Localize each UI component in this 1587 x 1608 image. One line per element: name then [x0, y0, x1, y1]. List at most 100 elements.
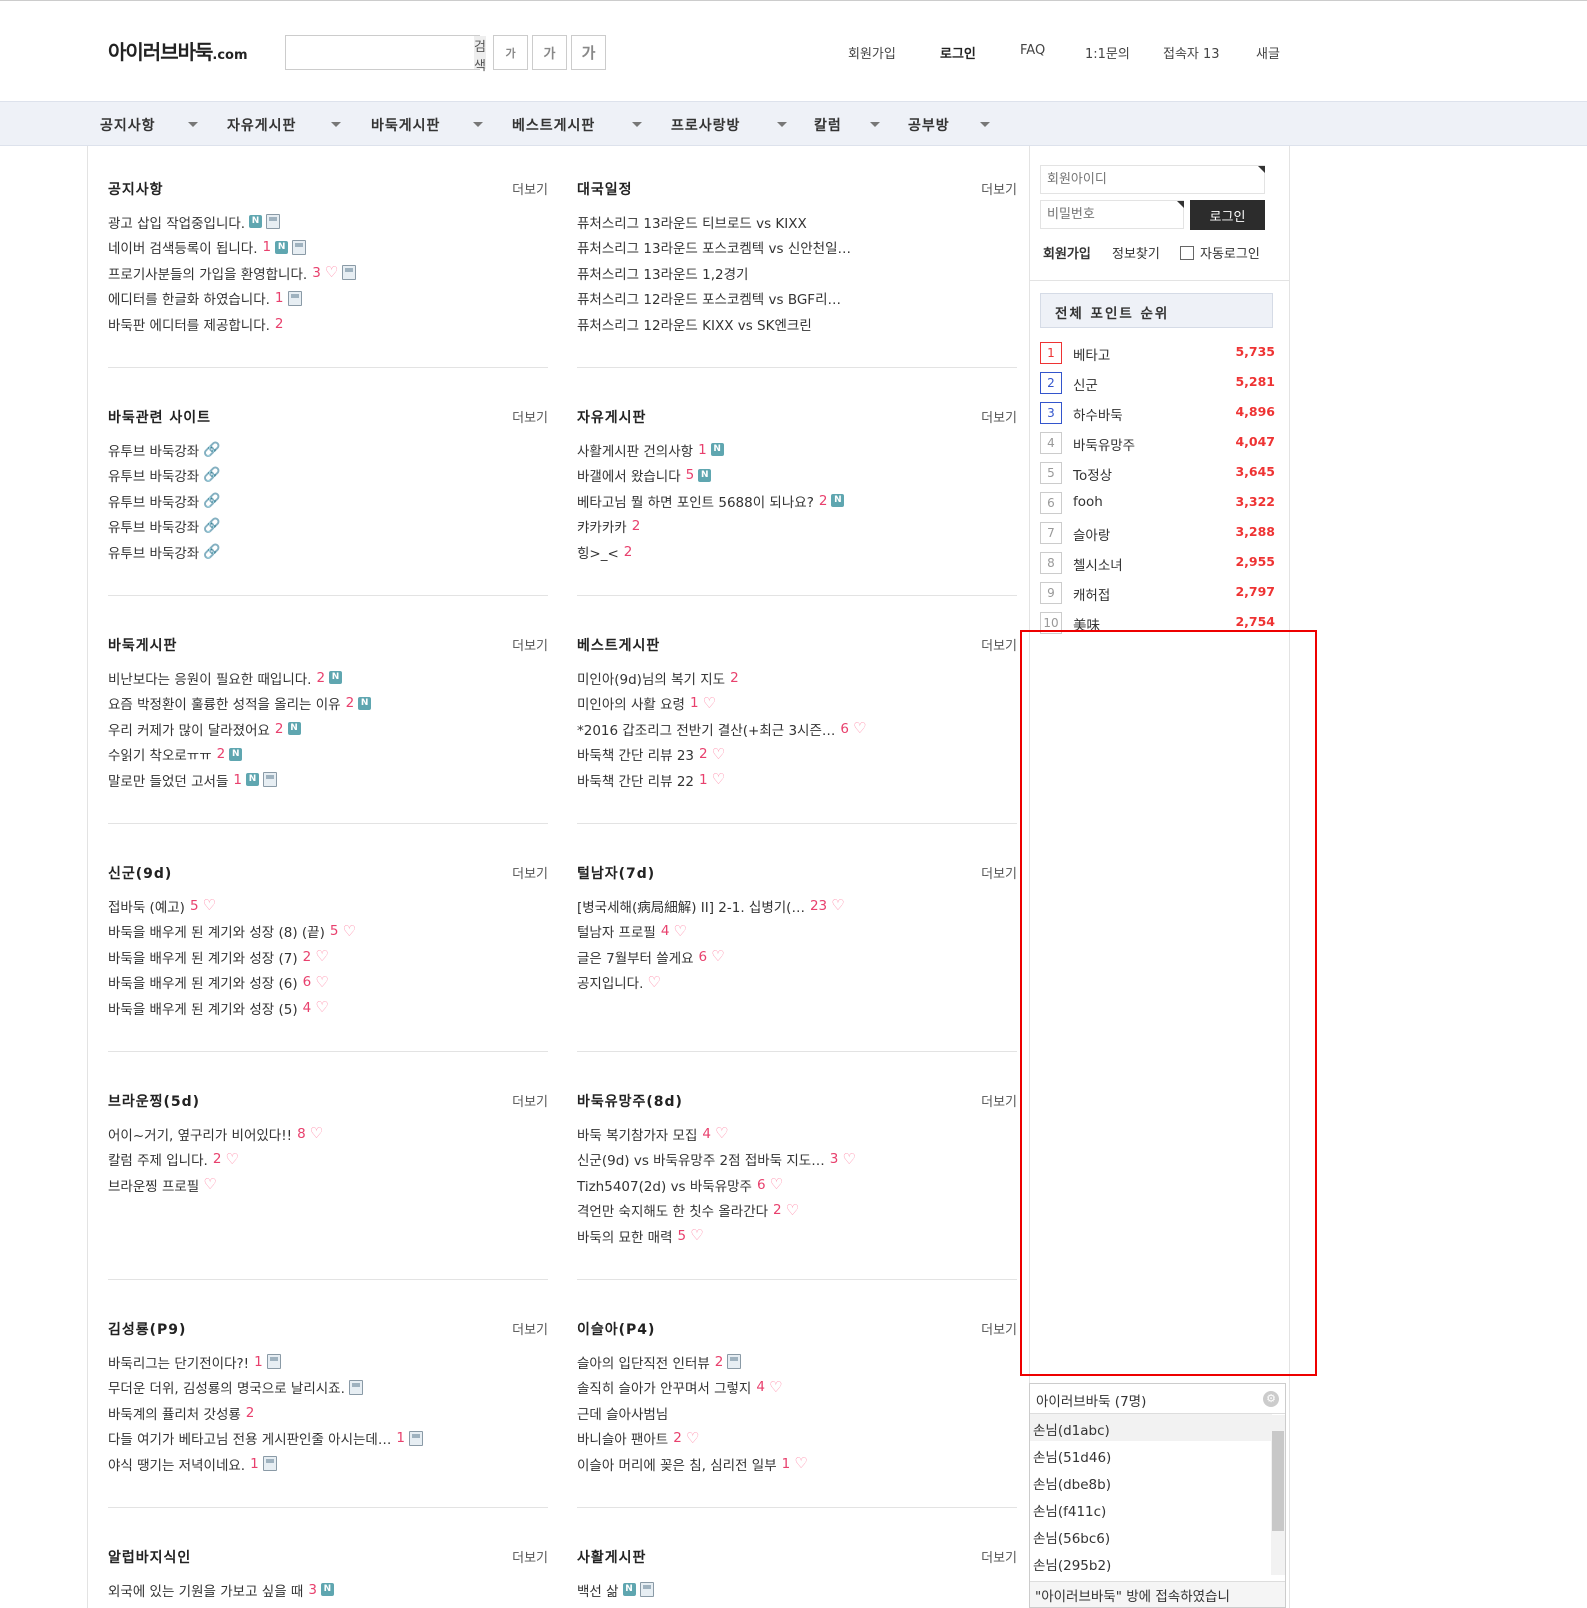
rank-user-name[interactable]: 하수바둑	[1073, 404, 1123, 424]
post-item[interactable]: 유투브 바둑강좌 🔗	[108, 514, 548, 540]
rank-user-name[interactable]: 슬아랑	[1073, 524, 1110, 544]
post-title[interactable]: 바둑계의 퓰리처 갓성룡	[108, 1403, 241, 1423]
login-button[interactable]: 로그인	[1190, 200, 1265, 230]
section-title[interactable]: 자유게시판	[577, 407, 646, 427]
post-item[interactable]: 근데 슬아사범님	[577, 1400, 1017, 1426]
post-title[interactable]: 비난보다는 응원이 필요한 때입니다.	[108, 668, 311, 688]
post-title[interactable]: 바둑의 묘한 매력	[577, 1226, 673, 1246]
post-item[interactable]: 사활게시판 건의사항 1 N	[577, 437, 1017, 463]
chat-user[interactable]: 손님(d1abc)	[1030, 1414, 1272, 1441]
post-title[interactable]: 퓨처스리그 13라운드 티브로드 vs KIXX	[577, 212, 807, 232]
post-item[interactable]: 미인아(9d)님의 복기 지도 2	[577, 665, 1017, 691]
post-title[interactable]: [병국세해(病局細解) II] 2-1. 십병기(…	[577, 896, 805, 916]
rank-user-name[interactable]: 바둑유망주	[1073, 434, 1135, 454]
nav-item-study-room[interactable]: 공부방	[908, 115, 950, 135]
post-item[interactable]: 솔직히 슬아가 안꾸며서 그렇지 4 ♡	[577, 1375, 1017, 1401]
rank-user-name[interactable]: 베타고	[1073, 344, 1110, 364]
post-title[interactable]: 솔직히 슬아가 안꾸며서 그렇지	[577, 1377, 751, 1397]
section-title[interactable]: 알럽바지식인	[108, 1547, 191, 1567]
chat-user[interactable]: 손님(dbe8b)	[1030, 1468, 1272, 1495]
post-title[interactable]: 미인아의 사활 요령	[577, 693, 685, 713]
section-title[interactable]: 김성룡(P9)	[108, 1319, 186, 1339]
post-title[interactable]: 슬아의 입단직전 인터뷰	[577, 1352, 710, 1372]
post-item[interactable]: 수읽기 착오로ㅠㅠ 2 N	[108, 742, 548, 768]
post-item[interactable]: 이슬아 머리에 꽂은 침, 심리전 일부 1 ♡	[577, 1451, 1017, 1477]
more-link[interactable]: 더보기	[981, 1547, 1017, 1566]
ranking-row[interactable]: 3 하수바둑 4,896	[1040, 402, 1275, 424]
scrollbar-thumb[interactable]	[1272, 1431, 1284, 1531]
post-item[interactable]: 신군(9d) vs 바둑유망주 2점 접바둑 지도… 3 ♡	[577, 1147, 1017, 1173]
post-title[interactable]: 캬카카카	[577, 516, 627, 536]
post-title[interactable]: 바둑책 간단 리뷰 22	[577, 770, 694, 790]
rank-user-name[interactable]: 신군	[1073, 374, 1098, 394]
post-item[interactable]: 어이~거기, 옆구리가 비어있다!! 8 ♡	[108, 1121, 548, 1147]
post-title[interactable]: 퓨처스리그 13라운드 1,2경기	[577, 263, 748, 283]
section-title[interactable]: 신군(9d)	[108, 863, 172, 883]
rank-user-name[interactable]: 첼시소녀	[1073, 554, 1123, 574]
post-item[interactable]: 바니슬아 팬아트 2 ♡	[577, 1426, 1017, 1452]
section-title[interactable]: 사활게시판	[577, 1547, 646, 1567]
nav-item-best-board[interactable]: 베스트게시판	[512, 115, 595, 135]
post-item[interactable]: 퓨처스리그 12라운드 KIXX vs SK엔크린	[577, 311, 1017, 337]
more-link[interactable]: 더보기	[512, 863, 548, 882]
chevron-down-icon[interactable]	[188, 122, 198, 127]
nav-item-notice[interactable]: 공지사항	[100, 115, 156, 135]
post-item[interactable]: 베타고님 뭘 하면 포인트 5688이 되나요? 2 N	[577, 488, 1017, 514]
ranking-row[interactable]: 1 베타고 5,735	[1040, 342, 1275, 364]
post-item[interactable]: 미인아의 사활 요령 1 ♡	[577, 691, 1017, 717]
chevron-down-icon[interactable]	[980, 122, 990, 127]
post-item[interactable]: 퓨처스리그 13라운드 포스코켐텍 vs 신안천일…	[577, 235, 1017, 261]
post-title[interactable]: 신군(9d) vs 바둑유망주 2점 접바둑 지도…	[577, 1149, 825, 1169]
more-link[interactable]: 더보기	[981, 1319, 1017, 1338]
post-item[interactable]: 슬아의 입단직전 인터뷰 2	[577, 1349, 1017, 1375]
top-link-faq[interactable]: FAQ	[1020, 43, 1045, 58]
post-item[interactable]: 바둑책 간단 리뷰 23 2 ♡	[577, 742, 1017, 768]
post-title[interactable]: 퓨처스리그 12라운드 KIXX vs SK엔크린	[577, 314, 812, 334]
post-item[interactable]: 바둑의 묘한 매력 5 ♡	[577, 1223, 1017, 1249]
post-item[interactable]: 바둑판 에디터를 제공합니다. 2	[108, 311, 548, 337]
rank-user-name[interactable]: To정상	[1073, 464, 1112, 484]
post-item[interactable]: 야식 땡기는 저녁이네요. 1	[108, 1451, 548, 1477]
post-title[interactable]: 유투브 바둑강좌	[108, 542, 199, 562]
post-title[interactable]: 격언만 숙지해도 한 칫수 올라간다	[577, 1200, 768, 1220]
post-title[interactable]: 바둑을 배우게 된 계기와 성장 (7)	[108, 947, 298, 967]
post-title[interactable]: 유투브 바둑강좌	[108, 491, 199, 511]
post-item[interactable]: 에디터를 한글화 하였습니다. 1	[108, 286, 548, 312]
post-item[interactable]: 비난보다는 응원이 필요한 때입니다. 2 N	[108, 665, 548, 691]
post-item[interactable]: 유투브 바둑강좌 🔗	[108, 539, 548, 565]
ranking-row[interactable]: 6 fooh 3,322	[1040, 492, 1275, 514]
post-item[interactable]: 바둑책 간단 리뷰 22 1 ♡	[577, 767, 1017, 793]
ranking-row[interactable]: 2 신군 5,281	[1040, 372, 1275, 394]
find-info-link[interactable]: 정보찾기	[1112, 243, 1160, 262]
post-title[interactable]: 힝>_<	[577, 542, 619, 562]
post-item[interactable]: 퓨처스리그 13라운드 1,2경기	[577, 260, 1017, 286]
post-title[interactable]: 네이버 검색등록이 됩니다.	[108, 237, 258, 257]
post-item[interactable]: 백선 삶N	[577, 1577, 1017, 1603]
chevron-down-icon[interactable]	[331, 122, 341, 127]
post-title[interactable]: 유투브 바둑강좌	[108, 516, 199, 536]
post-title[interactable]: 브라운찡 프로필	[108, 1175, 199, 1195]
post-title[interactable]: 유투브 바둑강좌	[108, 440, 199, 460]
post-item[interactable]: 다들 여기가 베타고님 전용 게시판인줄 아시는데… 1	[108, 1426, 548, 1452]
post-item[interactable]: 네이버 검색등록이 됩니다. 1 N	[108, 235, 548, 261]
post-title[interactable]: 바둑리그는 단기전이다?!	[108, 1352, 249, 1372]
top-link-new-posts[interactable]: 새글	[1256, 43, 1280, 62]
post-title[interactable]: *2016 갑조리그 전반기 결산(+최근 3시즌…	[577, 719, 835, 739]
post-title[interactable]: 바둑책 간단 리뷰 23	[577, 744, 694, 764]
post-title[interactable]: 외국에 있는 기원을 가보고 싶을 때	[108, 1580, 303, 1600]
post-title[interactable]: 이슬아 머리에 꽂은 침, 심리전 일부	[577, 1454, 777, 1474]
auto-login-label[interactable]: 자동로그인	[1200, 243, 1260, 262]
chat-user[interactable]: 손님(56bc6)	[1030, 1522, 1272, 1549]
password-input[interactable]	[1040, 200, 1184, 229]
chat-user[interactable]: 손님(51d46)	[1030, 1441, 1272, 1468]
post-title[interactable]: 백선 삶	[577, 1580, 619, 1600]
post-title[interactable]: 에디터를 한글화 하였습니다.	[108, 288, 270, 308]
post-title[interactable]: 유투브 바둑강좌	[108, 465, 199, 485]
section-title[interactable]: 대국일정	[577, 179, 633, 199]
post-item[interactable]: 백선 삶N	[577, 1603, 1017, 1608]
chat-scrollbar[interactable]	[1271, 1415, 1285, 1575]
post-item[interactable]: 칼럼 주제 입니다. 2 ♡	[108, 1147, 548, 1173]
post-item[interactable]: 브라운찡 프로필 ♡	[108, 1172, 548, 1198]
post-title[interactable]: 바갤에서 왔습니다	[577, 465, 681, 485]
post-item[interactable]: 말로만 들었던 고서들 1 N	[108, 767, 548, 793]
